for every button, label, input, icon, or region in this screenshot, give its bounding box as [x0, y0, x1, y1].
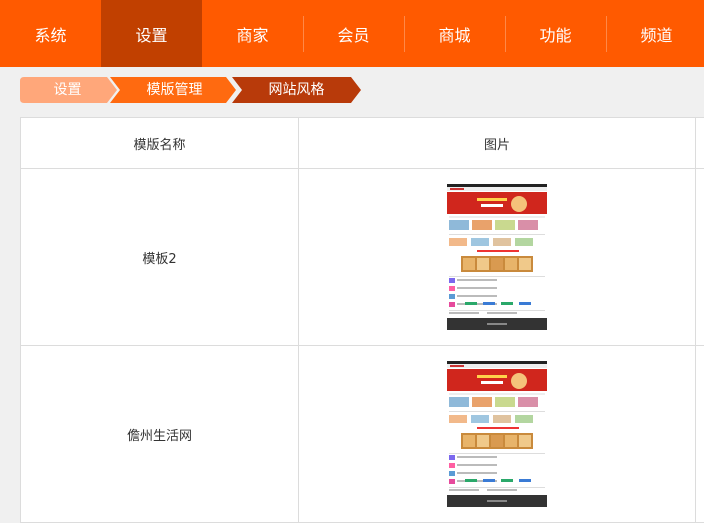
template-table-container: 模版名称 图片 模板2 儋州生活网: [20, 117, 704, 523]
breadcrumb-item-site-style[interactable]: 网站风格: [242, 77, 351, 103]
column-header-image: 图片: [298, 117, 696, 169]
table-row: 模板2: [20, 168, 704, 346]
nav-item-settings[interactable]: 设置: [101, 0, 202, 67]
nav-item-merchants[interactable]: 商家: [202, 0, 303, 67]
template-name-cell: 模板2: [20, 168, 299, 346]
extra-cell: [695, 168, 704, 346]
template-preview-thumbnail[interactable]: [447, 361, 547, 507]
nav-item-system[interactable]: 系统: [0, 0, 101, 67]
nav-item-mall[interactable]: 商城: [404, 0, 505, 67]
extra-cell: [695, 345, 704, 523]
column-header-extra: [695, 117, 704, 169]
column-header-template-name: 模版名称: [20, 117, 299, 169]
template-image-cell: [298, 345, 696, 523]
table-row: 儋州生活网: [20, 345, 704, 523]
nav-item-functions[interactable]: 功能: [505, 0, 606, 67]
template-table: 模版名称 图片 模板2 儋州生活网: [20, 117, 704, 523]
breadcrumb-item-settings[interactable]: 设置: [20, 77, 115, 103]
nav-item-members[interactable]: 会员: [303, 0, 404, 67]
nav-item-channels[interactable]: 频道: [606, 0, 704, 67]
top-navigation: 系统 设置 商家 会员 商城 功能 频道: [0, 0, 704, 67]
template-preview-thumbnail[interactable]: [447, 184, 547, 330]
template-name-cell: 儋州生活网: [20, 345, 299, 523]
template-image-cell: [298, 168, 696, 346]
breadcrumb-item-template-management[interactable]: 模版管理: [121, 77, 228, 103]
table-header-row: 模版名称 图片: [20, 117, 704, 169]
breadcrumb: 设置 模版管理 网站风格: [20, 77, 420, 103]
